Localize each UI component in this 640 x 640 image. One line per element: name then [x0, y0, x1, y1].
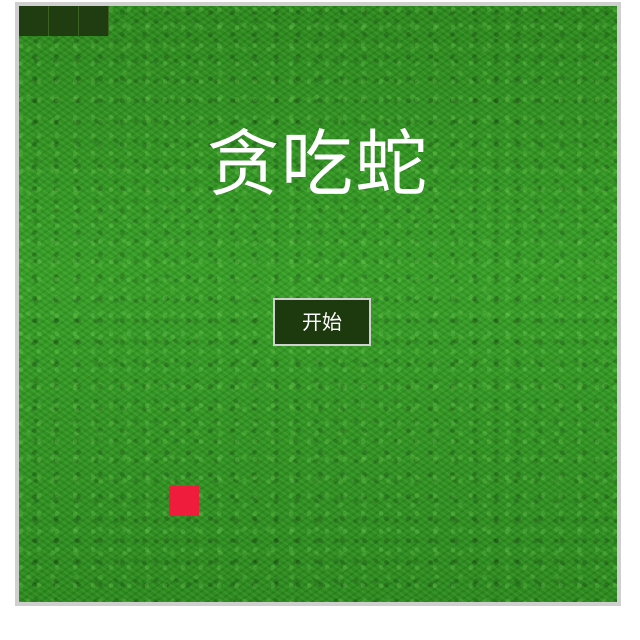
start-button[interactable]: 开始: [273, 298, 371, 346]
snake-segment: [19, 6, 49, 36]
snake-segment: [79, 6, 109, 36]
snake: [19, 6, 109, 36]
game-board: 贪吃蛇 开始: [15, 2, 621, 606]
food-square: [169, 486, 199, 516]
snake-segment: [49, 6, 79, 36]
game-title: 贪吃蛇: [206, 122, 429, 206]
